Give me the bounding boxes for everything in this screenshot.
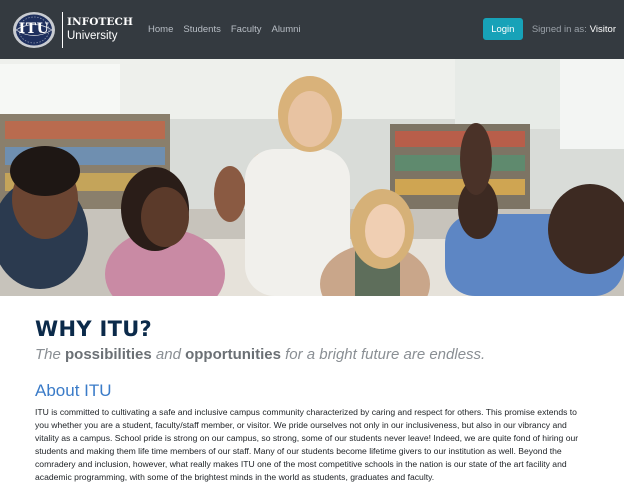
signed-in-user: Visitor xyxy=(589,23,616,35)
top-navbar: ITU INFOTECH University Home Students Fa… xyxy=(0,0,624,59)
hero-image xyxy=(0,59,624,296)
nav-alumni-link[interactable]: Alumni xyxy=(271,24,300,35)
nav-faculty-link[interactable]: Faculty xyxy=(231,24,262,35)
brand-logo[interactable]: ITU INFOTECH University xyxy=(12,9,133,51)
group-photo-icon xyxy=(0,59,624,296)
signed-in-status: Signed in as: Visitor xyxy=(532,24,616,35)
nav-user-area: Login Signed in as: Visitor xyxy=(482,18,616,40)
nav-home-link[interactable]: Home xyxy=(148,24,173,35)
signed-in-label: Signed in as: xyxy=(531,23,587,35)
brand-divider xyxy=(62,11,63,48)
tagline-emphasis: possibilities xyxy=(65,346,152,363)
brand-name-top: INFOTECH xyxy=(67,16,134,28)
nav-students-link[interactable]: Students xyxy=(183,24,221,35)
tagline-emphasis: opportunities xyxy=(185,346,281,363)
brand-name-bottom: University xyxy=(67,29,118,42)
login-button[interactable]: Login xyxy=(482,18,523,40)
about-heading: About ITU xyxy=(35,381,112,400)
brand-name: INFOTECH University xyxy=(67,17,133,42)
tagline-part: The xyxy=(35,346,66,363)
main-nav: Home Students Faculty Alumni xyxy=(148,24,301,35)
tagline: The possibilities and opportunities for … xyxy=(35,346,485,363)
tagline-part: and xyxy=(151,346,186,363)
about-paragraph: ITU is committed to cultivating a safe a… xyxy=(35,407,579,482)
tagline-part: for a bright future are endless. xyxy=(280,346,486,363)
logo-text: ITU xyxy=(18,20,50,37)
page-title: WHY ITU? xyxy=(35,317,153,341)
university-seal-icon: ITU xyxy=(12,11,56,49)
